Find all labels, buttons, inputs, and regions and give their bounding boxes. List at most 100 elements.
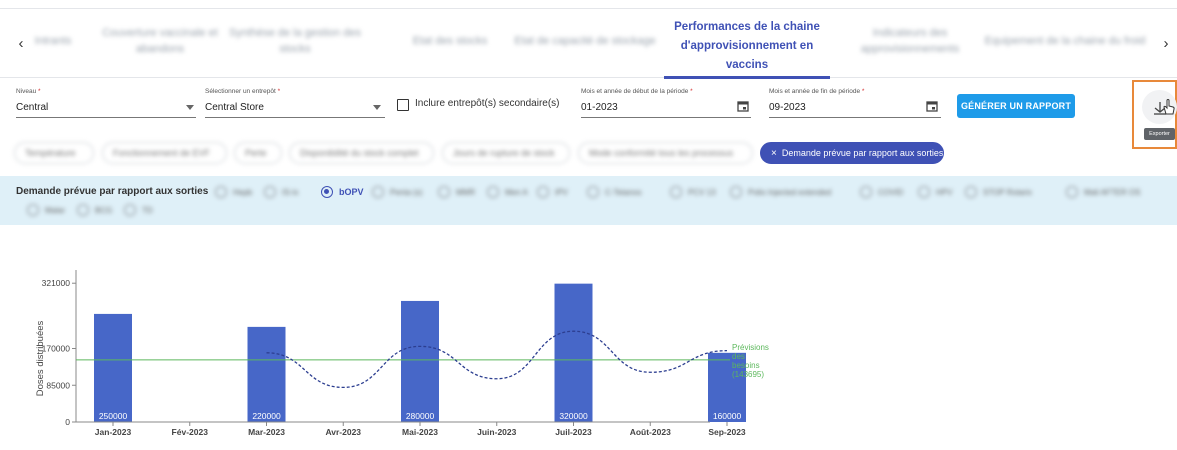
calendar-icon[interactable]	[737, 100, 749, 112]
reference-line-label: des	[732, 352, 745, 361]
x-tick-label: Juil-2023	[555, 427, 592, 437]
radio-option-bopv[interactable]	[321, 186, 333, 198]
radio-option[interactable]	[264, 186, 276, 198]
chip-disponibilite-stock[interactable]: Disponibilité du stock complet	[289, 142, 434, 164]
chip-mode-conformite[interactable]: Mode conformité tous les processus	[578, 142, 753, 164]
bar-value-label: 280000	[406, 411, 435, 421]
radio-option-label: BCG	[95, 206, 113, 215]
indicator-panel	[0, 176, 1177, 225]
bar-value-label: 160000	[713, 411, 742, 421]
radio-option[interactable]	[730, 186, 742, 198]
tab-performances-chaine[interactable]: Performances de la chaine d'approvisionn…	[664, 16, 830, 76]
radio-option-label: IPV	[555, 188, 568, 197]
tab-indicateurs-approvisionnements[interactable]: Indicateurs des approvisionnements	[850, 21, 970, 61]
indicator-panel-title: Demande prévue par rapport aux sorties	[16, 186, 209, 197]
required-mark: *	[690, 88, 693, 95]
radio-option[interactable]	[860, 186, 872, 198]
bar	[94, 313, 132, 422]
radio-option[interactable]	[1066, 186, 1078, 198]
close-icon[interactable]: ×	[771, 148, 777, 159]
tabs-next-chevron-icon[interactable]: ›	[1159, 35, 1173, 52]
radio-option-label: MMR	[456, 188, 476, 197]
chip-demande-prevue[interactable]: × Demande prévue par rapport aux sorties	[760, 142, 944, 164]
tab-synthese-stocks[interactable]: Synthèse de la gestion des stocks	[225, 21, 365, 61]
radio-option-label: IS-Ix	[282, 188, 299, 197]
radio-option-label: STOP Rotarix	[983, 188, 1033, 197]
radio-option[interactable]	[487, 186, 499, 198]
radio-option-label: Men A	[505, 188, 528, 197]
radio-option[interactable]	[918, 186, 930, 198]
radio-option-label: COVID	[878, 188, 904, 197]
bar-value-label: 250000	[99, 411, 128, 421]
radio-option[interactable]	[124, 204, 136, 216]
radio-option-label: C-Tetanos	[605, 188, 642, 197]
entrepot-value: Central Store	[205, 102, 264, 113]
tab-intrants[interactable]: Intrants	[28, 21, 78, 61]
generate-report-button[interactable]: GÉNÉRER UN RAPPORT	[957, 94, 1075, 118]
radio-option[interactable]	[537, 186, 549, 198]
x-tick-label: Mar-2023	[248, 427, 285, 437]
radio-option-label: PCV 13	[688, 188, 716, 197]
active-tab-indicator	[664, 76, 830, 79]
radio-option-bopv-label: bOPV	[339, 187, 364, 197]
export-button[interactable]	[1142, 90, 1177, 124]
hand-cursor-icon	[1163, 98, 1175, 115]
niveau-value: Central	[16, 102, 49, 113]
x-tick-label: Juin-2023	[477, 427, 516, 437]
radio-option-label: Polio Injected extended	[748, 188, 832, 197]
export-tooltip: Exporter	[1144, 128, 1175, 140]
x-tick-label: Jan-2023	[95, 427, 132, 437]
required-mark: *	[861, 88, 865, 95]
required-mark: *	[38, 88, 41, 95]
x-tick-label: Avr-2023	[325, 427, 361, 437]
start-period-field[interactable]: Mois et année de début de la période * 0…	[581, 88, 751, 118]
caret-down-icon	[186, 105, 194, 110]
bar-value-label: 220000	[252, 411, 281, 421]
bar	[247, 326, 286, 422]
radio-option[interactable]	[965, 186, 977, 198]
caret-down-icon	[373, 105, 381, 110]
trend-line	[266, 330, 728, 389]
niveau-label: Niveau	[16, 88, 37, 95]
end-period-value: 09-2023	[769, 102, 806, 113]
chip-jours-rupture[interactable]: Jours de rupture de stock	[442, 142, 570, 164]
tab-capacite-stockage[interactable]: Etat de capacité de stockage	[505, 21, 665, 61]
end-period-label: Mois et année de fin de période	[769, 88, 861, 95]
x-tick-label: Sep-2023	[708, 427, 746, 437]
tab-couverture[interactable]: Couverture vaccinale et abandons	[100, 21, 220, 61]
end-period-field[interactable]: Mois et année de fin de période * 09-202…	[769, 88, 941, 118]
radio-option-label: Penta (s)	[390, 188, 423, 197]
tab-etat-stocks[interactable]: Etat des stocks	[400, 21, 500, 61]
radio-option[interactable]	[670, 186, 682, 198]
chip-demande-prevue-label: Demande prévue par rapport aux sorties	[781, 148, 944, 158]
x-tick-label: Mai-2023	[402, 427, 438, 437]
entrepot-select[interactable]: Sélectionner un entrepôt * Central Store	[205, 88, 385, 118]
entrepot-label: Sélectionner un entrepôt	[205, 88, 276, 95]
start-period-value: 01-2023	[581, 102, 618, 113]
calendar-icon[interactable]	[926, 100, 938, 112]
radio-option[interactable]	[587, 186, 599, 198]
y-tick-label: 0	[65, 417, 70, 427]
x-tick-label: Août-2023	[630, 427, 671, 437]
radio-option[interactable]	[77, 204, 89, 216]
chip-temperature[interactable]: Température	[14, 142, 94, 164]
report-tabbar: ‹ Intrants Couverture vaccinale et aband…	[0, 8, 1177, 79]
include-secondary-checkbox[interactable]	[397, 99, 409, 111]
niveau-select[interactable]: Niveau * Central	[16, 88, 196, 118]
radio-option[interactable]	[438, 186, 450, 198]
radio-option[interactable]	[27, 204, 39, 216]
tabs-prev-chevron-icon[interactable]: ‹	[14, 35, 28, 52]
required-mark: *	[277, 88, 281, 95]
radio-option-label: Malar	[45, 206, 66, 215]
chip-fonctionnement-evf[interactable]: Fonctionnement de EVF	[102, 142, 227, 164]
radio-option-label: Hepb	[233, 188, 253, 197]
radio-option-label: HPV	[936, 188, 953, 197]
radio-option[interactable]	[372, 186, 384, 198]
demand-vs-outflow-chart: 085000170000321000Doses distribuées25000…	[35, 270, 769, 437]
y-tick-label: 321000	[42, 278, 71, 288]
tab-equipement-froid[interactable]: Equipement de la chaine du froid	[980, 21, 1150, 61]
radio-option[interactable]	[215, 186, 227, 198]
radio-option-label: Mali AFTER OS	[1084, 188, 1141, 197]
reference-line-label: besoins	[732, 361, 760, 370]
chip-perte[interactable]: Perte	[234, 142, 282, 164]
